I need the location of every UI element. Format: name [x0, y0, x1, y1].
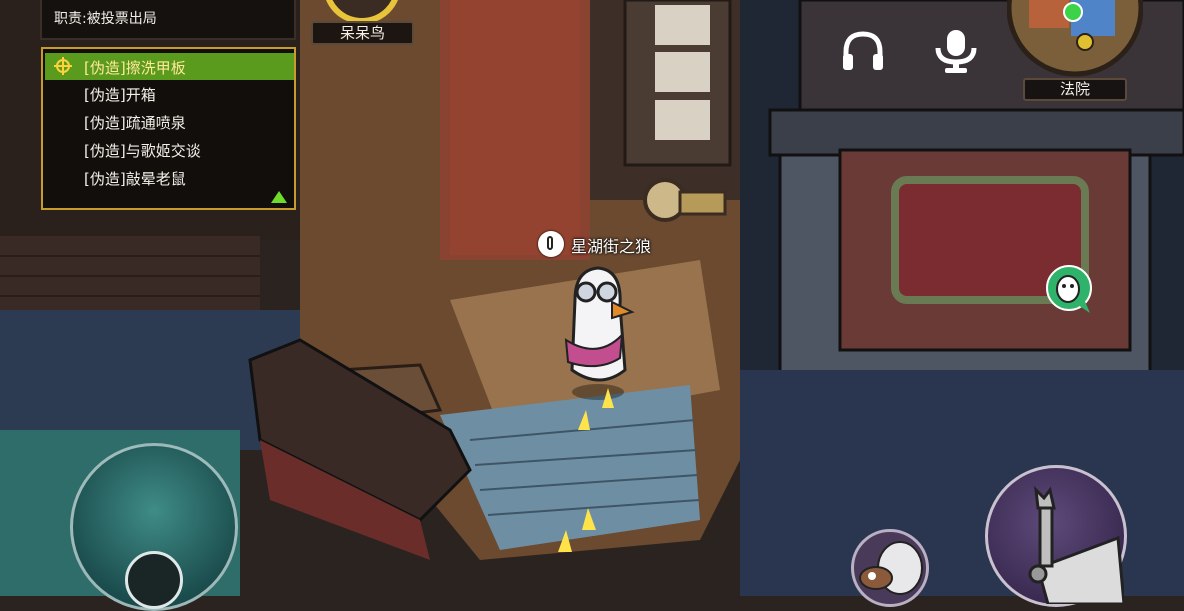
teammate-name: 呆呆鸟: [339, 24, 385, 42]
ability-button[interactable]: [851, 529, 929, 607]
goose-chat-icon[interactable]: [1044, 265, 1094, 315]
microphone-icon[interactable]: [934, 28, 978, 74]
crosshair-icon: [54, 57, 72, 75]
location-name-plate: 法院: [1023, 78, 1127, 101]
task-item[interactable]: [伪造]擦洗甲板: [45, 53, 294, 80]
wrench-arm-icon: [1028, 485, 1126, 606]
task-item[interactable]: [伪造]与歌姬交谈: [45, 136, 294, 163]
joystick-knob[interactable]: [125, 551, 183, 609]
role-text: 职责:被投票出局: [54, 11, 157, 27]
goose-face-icon: [859, 541, 923, 595]
role-bar: 职责:被投票出局: [40, 0, 296, 40]
headphones-icon[interactable]: [840, 30, 886, 72]
minimap[interactable]: [1007, 0, 1143, 82]
task-panel: [伪造]擦洗甲板 [伪造]开箱 [伪造]疏通喷泉 [伪造]与歌姬交谈 [伪造]敲…: [41, 47, 296, 210]
task-label: [伪造]敲晕老鼠: [84, 170, 186, 188]
use-button[interactable]: [985, 465, 1127, 607]
player-pin-icon: [538, 231, 564, 257]
task-label: [伪造]疏通喷泉: [84, 114, 186, 132]
player-name: 星湖街之狼: [571, 237, 652, 256]
task-item[interactable]: [伪造]疏通喷泉: [45, 108, 294, 135]
task-item[interactable]: [伪造]开箱: [45, 80, 294, 107]
task-label: [伪造]与歌姬交谈: [84, 142, 201, 160]
location-name: 法院: [1059, 80, 1090, 98]
teammate-name-plate: 呆呆鸟: [311, 21, 414, 45]
task-label: [伪造]擦洗甲板: [84, 59, 186, 77]
task-label: [伪造]开箱: [84, 86, 156, 104]
triangle-up-icon[interactable]: [271, 191, 287, 203]
task-item[interactable]: [伪造]敲晕老鼠: [45, 164, 294, 191]
